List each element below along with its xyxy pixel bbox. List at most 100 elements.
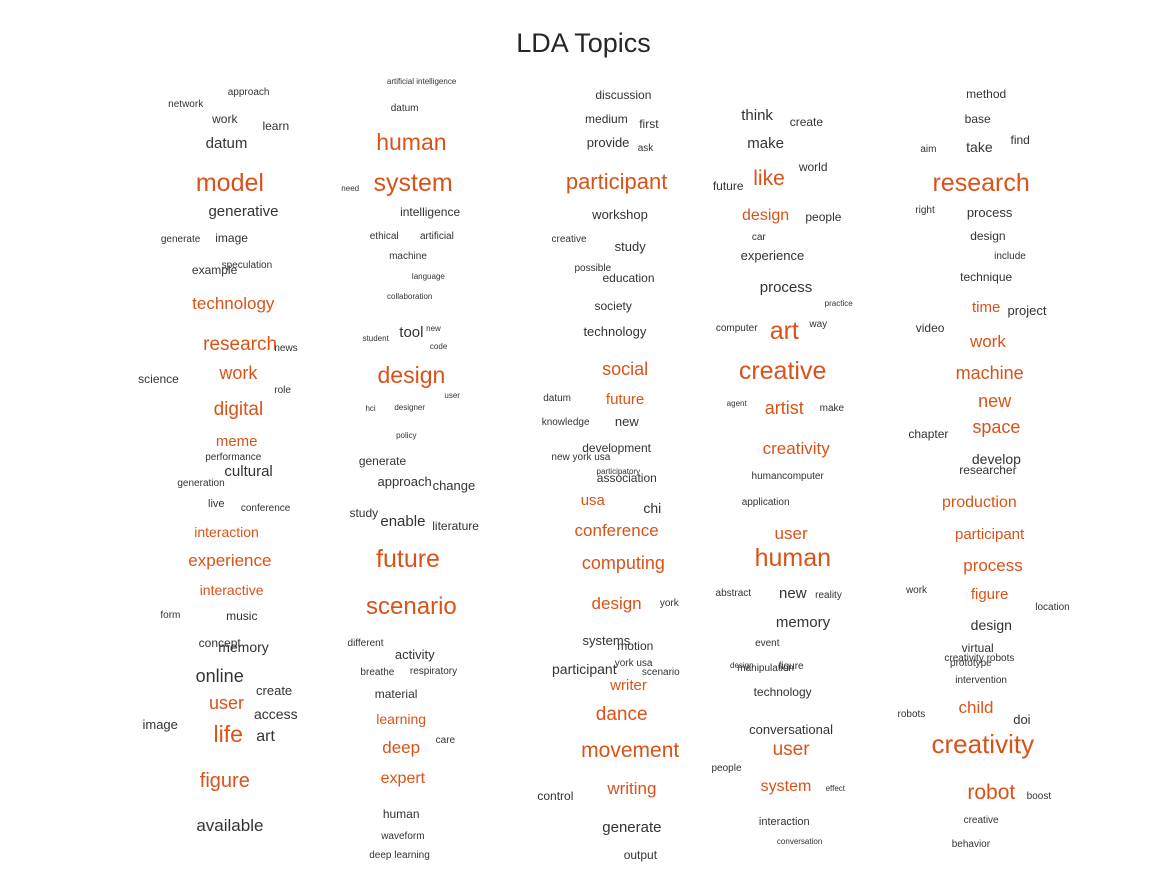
topic-7-word: new [426, 324, 441, 334]
topic-3-word: discussion [595, 88, 652, 103]
topic-16-word: access [254, 705, 298, 722]
topic-6-word: science [138, 372, 179, 387]
topic-cloud-3: discussion medium first provide ask participa… [535, 78, 705, 273]
topic-cloud-2: artificial intelligence datum human system n… [340, 78, 510, 281]
topic-19-word: technology [753, 685, 812, 699]
topic-16-word: art [256, 728, 275, 746]
topic-18-word: writer [610, 677, 647, 694]
topic-12-word: scenario [366, 593, 457, 621]
topic-7-word: tool [399, 324, 424, 342]
topic-11-word: music [226, 608, 258, 623]
topic-9-word: creative [738, 356, 827, 385]
topic-cloud-16: memory online create user access image life art… [142, 630, 320, 835]
topic-20-word: doi [1013, 712, 1031, 728]
topic-7-word: design [377, 361, 446, 388]
topic-cloud-10: technique time project video work machine new s… [908, 258, 1078, 466]
topic-10-word: machine [955, 362, 1024, 383]
topic-11-word: conference [240, 503, 291, 515]
topic-5-word: base [964, 112, 991, 127]
topic-10-word: video [915, 321, 945, 335]
topic-10-word: technique [960, 269, 1013, 284]
topic-5-word: method [966, 86, 1007, 101]
topic-10-word: project [1007, 303, 1047, 319]
topic-1-word: image [215, 230, 248, 245]
topic-19-word: effect [825, 784, 846, 794]
topic-4-word: car [751, 232, 766, 244]
topic-4-word: world [798, 160, 828, 175]
topic-6-word: news [274, 343, 298, 355]
topic-9-word: computer [715, 322, 758, 334]
topic-11-word: performance [205, 452, 262, 463]
topic-8-word: future [605, 391, 645, 409]
topic-17-word: material [374, 686, 418, 701]
topic-15-word: figure [970, 586, 1009, 604]
topic-4-word: future [712, 179, 744, 194]
topic-18-word: output [623, 848, 658, 863]
topic-cloud-13: new york usa association usa chi conference c… [535, 445, 705, 669]
topic-13-word: chi [643, 500, 662, 516]
topic-7-word: user [444, 391, 460, 401]
topic-16-word: life [213, 720, 243, 747]
topic-cloud-8: education society technology social datum fut… [535, 258, 705, 475]
topic-12-word: approach [377, 474, 432, 490]
topic-12-word: change [432, 477, 476, 493]
topic-3-word: first [639, 117, 659, 131]
topic-cloud-17: breathe respiratory material learning care de… [340, 630, 510, 860]
topic-17-word: deep [382, 737, 421, 757]
topic-3-word: medium [585, 112, 628, 127]
topic-3-word: participant [565, 168, 668, 194]
topic-8-word: technology [583, 324, 647, 340]
topic-2-word: datum [390, 102, 419, 114]
topic-16-word: available [196, 816, 264, 836]
topic-7-word: collaboration [387, 292, 433, 302]
topic-13-word: york [659, 597, 679, 609]
topic-20-word: intervention [955, 675, 1007, 687]
topic-14-word: application [741, 496, 790, 508]
topic-13-word: conference [574, 520, 659, 540]
topic-19-word: conversational [749, 721, 834, 737]
topic-2-word: human [376, 128, 447, 155]
topic-2-word: system [373, 168, 453, 197]
topic-4-word: think [741, 107, 773, 125]
topic-8-word: datum [543, 393, 571, 404]
topic-17-word: expert [380, 769, 426, 787]
topic-11-word: interactive [199, 581, 264, 598]
topic-1-word: datum [205, 134, 248, 152]
topic-9-word: practice [824, 298, 853, 308]
topic-10-word: new [978, 391, 1012, 412]
topic-2-word: need [341, 184, 360, 194]
topic-cloud-9: process practice computer way art creative age… [715, 258, 888, 457]
topic-7-word: code [429, 341, 448, 351]
topic-4-word: like [753, 166, 785, 190]
topic-1-word: generative [208, 203, 279, 221]
topic-cloud-11: performance generation live conference inter… [150, 445, 320, 650]
topic-14-word: humancomputer [751, 471, 824, 483]
topic-6-word: work [219, 362, 258, 383]
topic-1-word: work [212, 112, 238, 127]
topic-19-word: figure [778, 661, 804, 672]
topic-15-word: work [905, 584, 928, 596]
topic-20-word: boost [1026, 790, 1052, 802]
topic-19-word: people [711, 763, 742, 775]
topic-9-word: process [759, 279, 813, 297]
topic-3-word: workshop [592, 206, 648, 222]
topic-9-word: make [819, 402, 845, 414]
topic-11-word: generation [177, 477, 225, 489]
topic-18-word: participant [552, 661, 617, 677]
topic-2-word: ethical [369, 230, 399, 242]
topic-5-word: find [1010, 133, 1030, 147]
topic-8-word: new [614, 413, 639, 429]
topic-7-word: student [362, 333, 389, 343]
topic-17-word: learning [376, 710, 427, 727]
topic-17-word: human [382, 806, 420, 821]
topic-14-word: new [779, 584, 807, 602]
topic-12-word: enable [380, 512, 426, 530]
topic-6-word: research [203, 333, 278, 355]
topic-18-word: control [537, 789, 574, 803]
topic-14-word: human [754, 543, 832, 572]
topic-4-word: people [805, 209, 842, 224]
topic-18-word: movement [581, 739, 680, 763]
topic-16-word: create [256, 683, 293, 699]
topic-7-word: hci [365, 404, 376, 414]
topic-14-word: abstract [715, 588, 752, 599]
